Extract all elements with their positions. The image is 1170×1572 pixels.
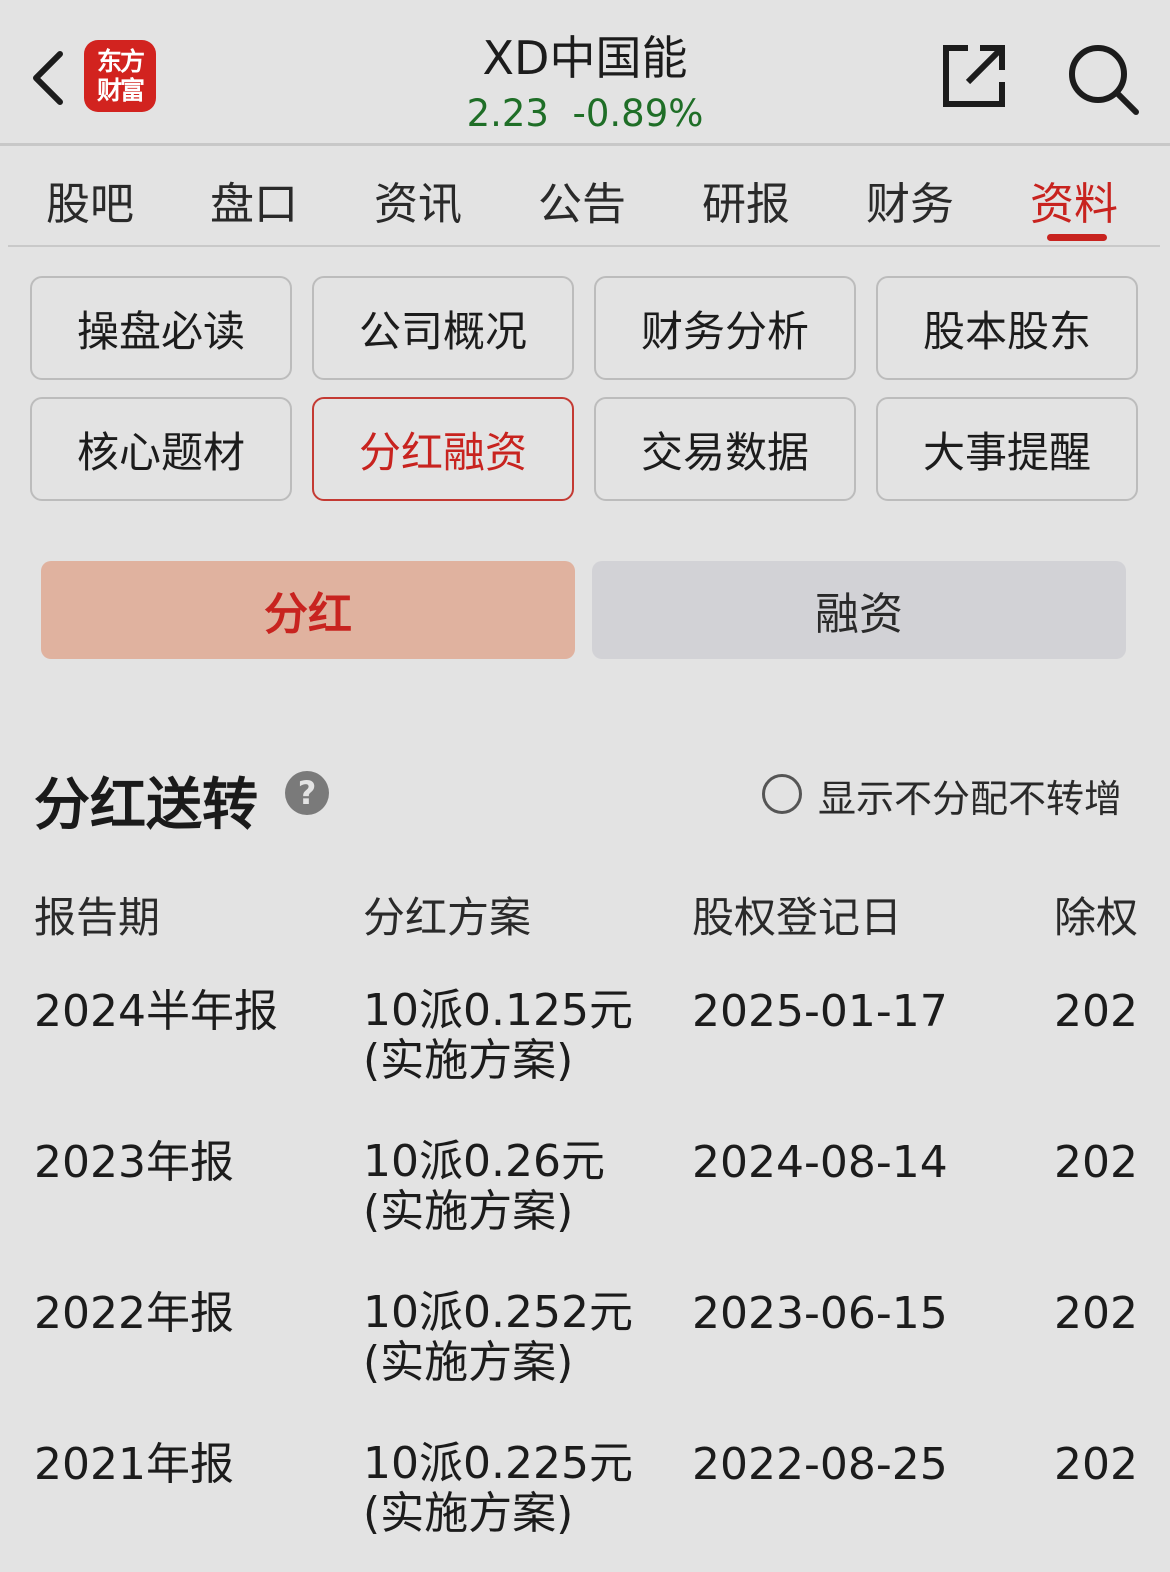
plan-status: (实施方案) bbox=[363, 1186, 574, 1237]
search-icon[interactable] bbox=[1064, 40, 1140, 116]
top-bar: 东方 财富 XD中国能 2.23 -0.89% bbox=[0, 0, 1170, 144]
tab-announcements[interactable]: 公告 bbox=[522, 168, 642, 232]
stock-name: XD中国能 bbox=[482, 31, 688, 85]
cell-period: 2021年报 bbox=[34, 1439, 234, 1490]
column-header-record-date: 股权登记日 bbox=[692, 893, 903, 942]
plan-text: 10派0.125元 bbox=[363, 985, 633, 1036]
category-trading-data[interactable]: 交易数据 bbox=[594, 397, 856, 501]
cell-plan: 10派0.26元 (实施方案) bbox=[363, 1137, 605, 1237]
tab-news[interactable]: 资讯 bbox=[358, 168, 478, 232]
tab-finance[interactable]: 财务 bbox=[850, 168, 970, 232]
cell-period: 2024半年报 bbox=[34, 986, 278, 1037]
show-no-distribution-radio[interactable] bbox=[762, 774, 802, 814]
category-dividend-financing[interactable]: 分红融资 bbox=[312, 397, 574, 501]
cell-ex-date: 202 bbox=[1054, 986, 1138, 1037]
cell-record-date: 2023-06-15 bbox=[692, 1288, 948, 1339]
show-no-distribution-label[interactable]: 显示不分配不转增 bbox=[818, 768, 1122, 823]
cell-record-date: 2024-08-14 bbox=[692, 1137, 948, 1188]
tab-pankou[interactable]: 盘口 bbox=[194, 168, 314, 232]
table-row[interactable]: 2024半年报 10派0.125元 (实施方案) 2025-01-17 202 bbox=[0, 986, 1170, 1136]
header-divider bbox=[0, 143, 1170, 146]
cell-ex-date: 202 bbox=[1054, 1439, 1138, 1490]
plan-status: (实施方案) bbox=[363, 1488, 574, 1539]
share-icon[interactable] bbox=[938, 40, 1010, 112]
plan-status: (实施方案) bbox=[363, 1035, 574, 1086]
plan-status: (实施方案) bbox=[363, 1337, 574, 1388]
plan-text: 10派0.26元 bbox=[363, 1136, 605, 1187]
category-financial-analysis[interactable]: 财务分析 bbox=[594, 276, 856, 380]
segment-dividend[interactable]: 分红 bbox=[41, 561, 575, 659]
section-title: 分红送转 bbox=[34, 773, 258, 838]
table-row[interactable]: 2022年报 10派0.252元 (实施方案) 2023-06-15 202 bbox=[0, 1288, 1170, 1438]
stock-quote: 2.23 -0.89% bbox=[385, 92, 785, 135]
category-trading-must-read[interactable]: 操盘必读 bbox=[30, 276, 292, 380]
cell-plan: 10派0.225元 (实施方案) bbox=[363, 1439, 633, 1539]
logo-line-1: 东方 bbox=[96, 47, 145, 76]
plan-text: 10派0.252元 bbox=[363, 1287, 633, 1338]
cell-period: 2022年报 bbox=[34, 1288, 234, 1339]
category-company-overview[interactable]: 公司概况 bbox=[312, 276, 574, 380]
tab-guba[interactable]: 股吧 bbox=[30, 168, 150, 232]
plan-text: 10派0.225元 bbox=[363, 1438, 633, 1489]
active-tab-indicator bbox=[1047, 234, 1107, 241]
tabs-divider bbox=[8, 245, 1160, 247]
tab-profile[interactable]: 资料 bbox=[1014, 168, 1134, 232]
cell-plan: 10派0.125元 (实施方案) bbox=[363, 986, 633, 1086]
table-row[interactable]: 2023年报 10派0.26元 (实施方案) 2024-08-14 202 bbox=[0, 1137, 1170, 1287]
back-chevron-icon[interactable] bbox=[22, 40, 78, 116]
segment-financing[interactable]: 融资 bbox=[592, 561, 1126, 659]
column-header-ex-date: 除权 bbox=[1054, 893, 1139, 942]
logo-line-2: 财富 bbox=[96, 76, 145, 105]
column-header-period: 报告期 bbox=[34, 893, 161, 942]
category-key-events[interactable]: 大事提醒 bbox=[876, 397, 1138, 501]
cell-record-date: 2022-08-25 bbox=[692, 1439, 948, 1490]
column-header-plan: 分红方案 bbox=[363, 893, 532, 942]
main-tabs: 股吧 盘口 资讯 公告 研报 财务 资料 bbox=[8, 150, 1160, 246]
stock-price: 2.23 bbox=[466, 92, 549, 135]
category-core-themes[interactable]: 核心题材 bbox=[30, 397, 292, 501]
cell-ex-date: 202 bbox=[1054, 1288, 1138, 1339]
cell-period: 2023年报 bbox=[34, 1137, 234, 1188]
table-row[interactable]: 2021年报 10派0.225元 (实施方案) 2022-08-25 202 bbox=[0, 1439, 1170, 1569]
cell-record-date: 2025-01-17 bbox=[692, 986, 948, 1037]
cell-plan: 10派0.252元 (实施方案) bbox=[363, 1288, 633, 1388]
app-logo: 东方 财富 bbox=[84, 40, 156, 112]
category-shareholders[interactable]: 股本股东 bbox=[876, 276, 1138, 380]
stock-change: -0.89% bbox=[572, 92, 704, 135]
tab-research[interactable]: 研报 bbox=[686, 168, 806, 232]
help-icon[interactable]: ? bbox=[285, 771, 329, 815]
cell-ex-date: 202 bbox=[1054, 1137, 1138, 1188]
